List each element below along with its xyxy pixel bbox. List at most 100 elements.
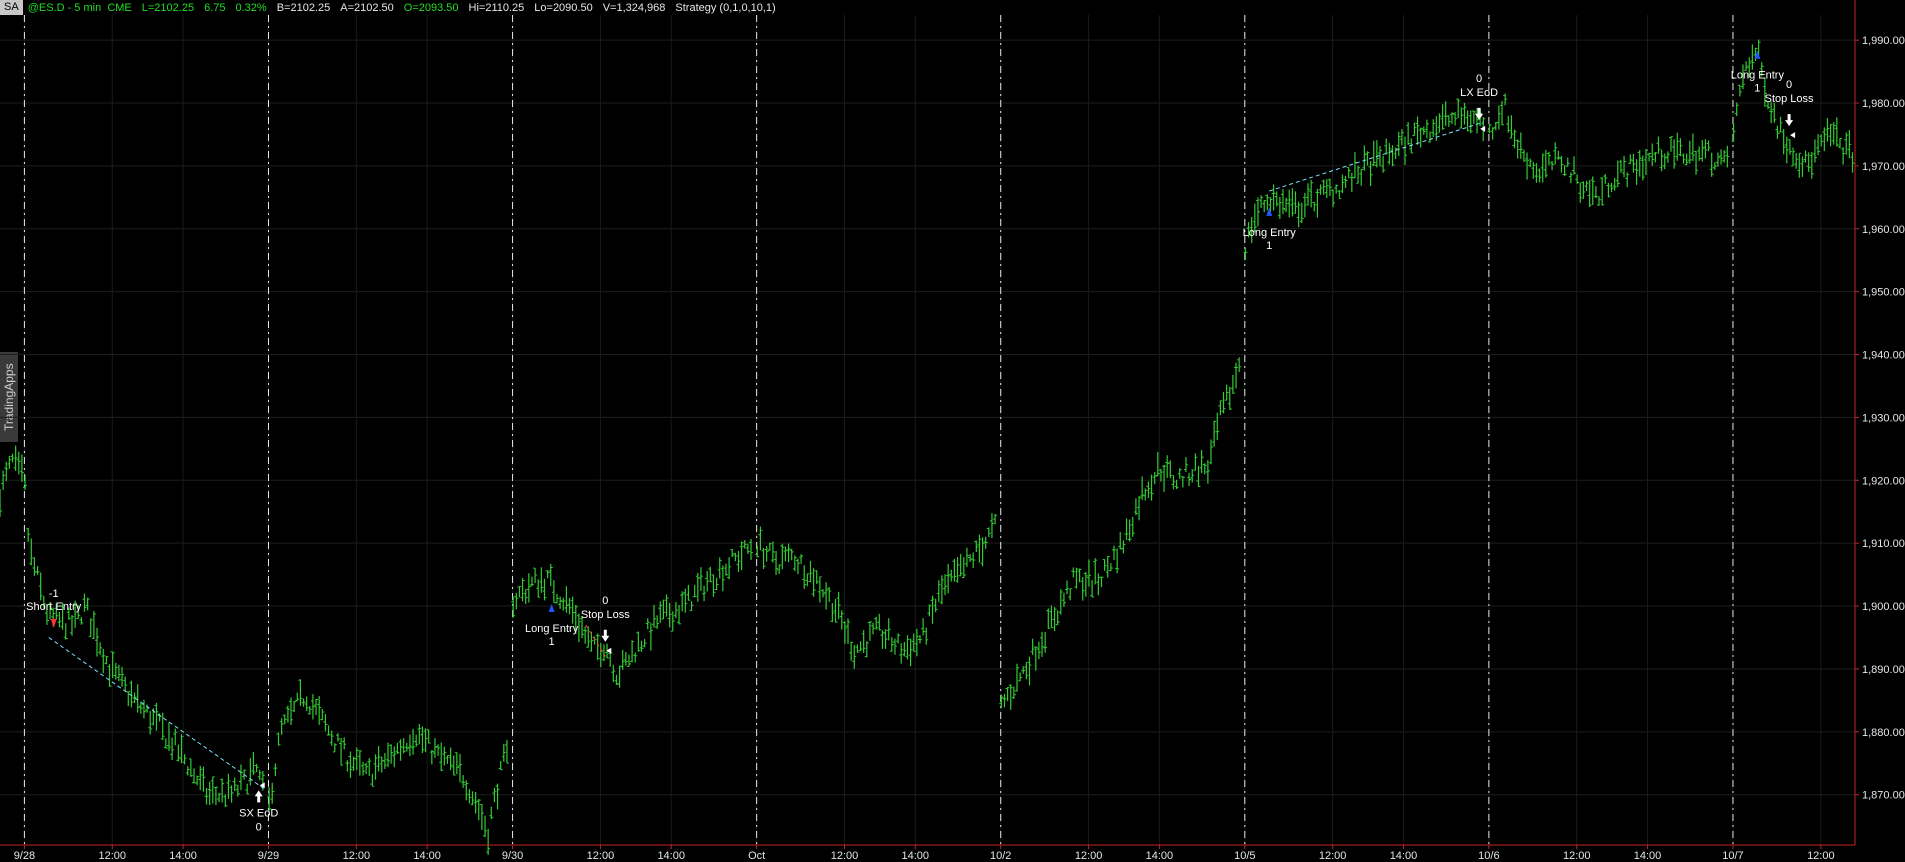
y-tick-label: 1,950.00 [1862,287,1905,299]
trade-lines [48,121,1485,789]
price-bar [1750,44,1755,70]
price-bar [570,596,575,624]
price-bar [808,560,813,583]
price-bar [1049,605,1054,629]
y-tick-label: 1,930.00 [1862,412,1905,424]
price-bar [714,577,719,591]
price-bar [310,694,315,720]
price-bar [479,804,484,830]
price-bar [1575,174,1580,184]
price-bar [1850,152,1855,173]
price-bar [10,453,15,463]
x-tick-label: 14:00 [169,850,197,862]
price-bar [1562,165,1567,177]
price-chart[interactable]: -1Short EntrySX EoD0Long Entry10Stop Los… [0,0,1905,862]
price-bar [705,570,710,592]
annotation-label: LX EoD [1460,87,1498,99]
price-bar [229,785,234,803]
annotation-label: 1 [549,636,555,648]
price-bar [467,789,472,804]
price-bar [551,580,556,604]
price-bar [661,599,666,620]
price-bar [432,738,437,758]
price-bar [326,725,331,736]
price-bar [974,540,979,553]
price-bar [595,633,600,661]
price-bar [1844,132,1849,155]
price-bar [1036,641,1041,660]
price-bar [1287,189,1292,218]
price-bar [1465,110,1470,132]
price-bar [517,585,522,598]
price-bar [1837,137,1842,149]
price-bar [1847,130,1852,159]
price-bar [1453,112,1458,126]
price-bar [1675,132,1680,161]
annotation-label: 0 [1476,73,1482,85]
price-bar [88,618,93,638]
price-bar [63,623,68,640]
price-bar [57,611,62,628]
price-bar [749,538,754,560]
price-bar [454,752,459,775]
price-bar [1183,457,1188,472]
price-bar [1794,153,1799,169]
price-bar [1259,195,1264,208]
price-bar [1784,136,1789,164]
trade-annotation-long: Long Entry1 [1731,50,1784,95]
price-bar [407,734,412,756]
price-bar [245,783,250,795]
price-bar [295,692,300,702]
price-bar [717,557,722,579]
exit-arrow-down-icon [601,629,610,642]
price-bar [1587,180,1592,208]
price-bar [761,548,766,569]
price-bar [1653,151,1658,163]
price-bar [764,546,769,562]
price-bar [1634,159,1639,185]
price-bar [373,754,378,780]
price-bar [539,567,544,593]
price-bar [98,642,103,655]
price-bar [561,597,566,611]
x-tick-label: 9/29 [258,850,279,862]
price-bar [248,758,253,786]
price-bar [905,635,910,660]
price-bar [849,641,854,661]
annotation-label: 1 [1754,83,1760,95]
price-bar [1612,177,1617,191]
price-bar [921,618,926,636]
price-bar [79,617,84,625]
price-bar [1309,179,1314,208]
y-tick-label: 1,970.00 [1862,161,1905,173]
price-bar [833,599,838,623]
price-bar [1725,145,1730,168]
price-bar [1011,686,1016,699]
price-bar [1593,186,1598,199]
price-bar [977,534,982,563]
price-bar [1421,126,1426,135]
price-bar [470,791,475,806]
price-bar [1512,129,1517,149]
x-tick-label: 12:00 [1319,850,1347,862]
price-bar [755,545,760,558]
price-bar [1831,122,1836,145]
price-bar [1080,577,1085,601]
price-bar [1462,102,1467,125]
price-bar [1365,151,1370,166]
price-bar [1090,580,1095,598]
price-bar [104,655,109,665]
price-bar [1146,481,1151,499]
day-separators [23,15,1734,845]
price-bar [692,584,697,598]
price-bar [285,705,290,723]
exit-arrow-up-icon [254,790,263,803]
price-bar [32,557,37,576]
price-bar [924,627,929,645]
price-bar [207,781,212,806]
price-bar [702,585,707,602]
price-bar [23,474,28,490]
price-bar [1014,663,1019,692]
price-bar [514,592,519,610]
price-bar [35,566,40,575]
